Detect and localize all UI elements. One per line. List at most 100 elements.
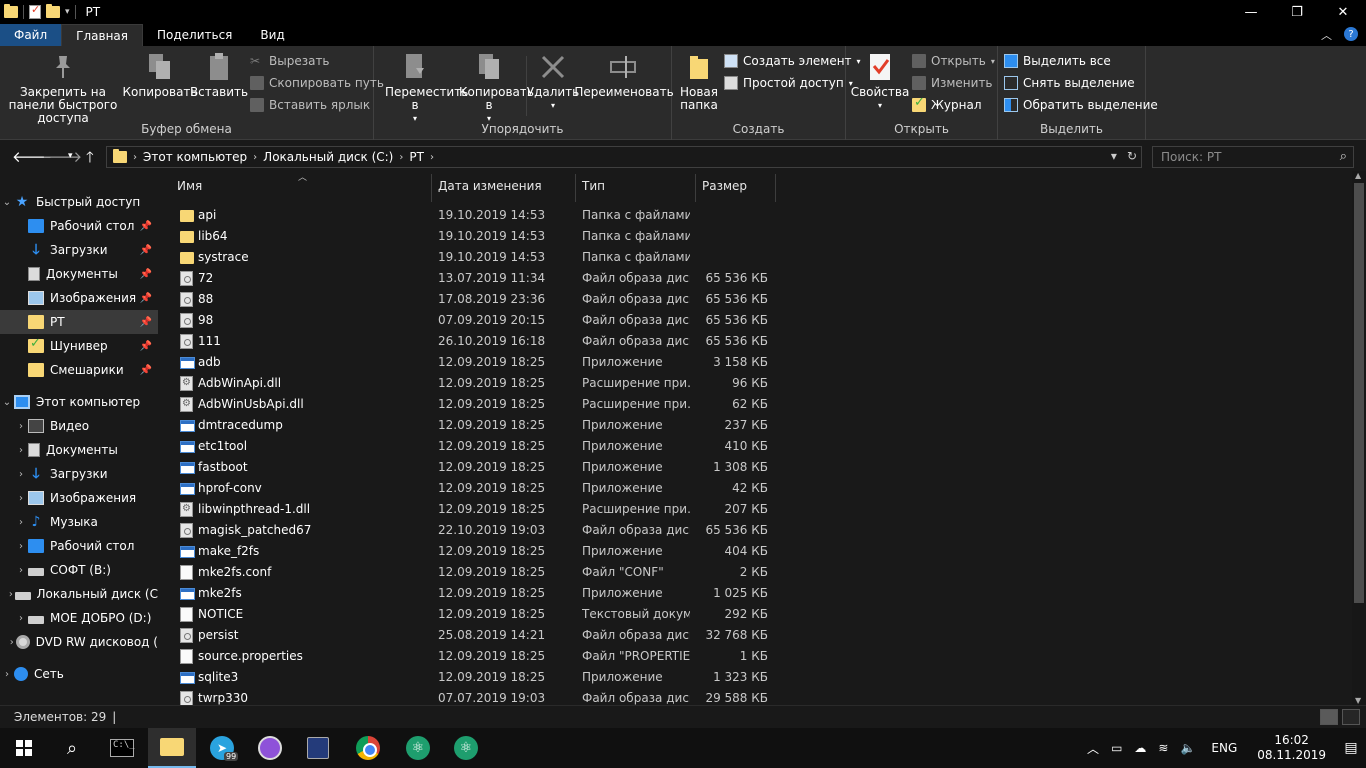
taskbar-cmd[interactable]: C:\_ — [98, 728, 146, 768]
nav-this-pc[interactable]: ⌄ Этот компьютер — [0, 390, 158, 414]
table-row[interactable]: make_f2fs 12.09.2019 18:25 Приложение 404 К… — [158, 541, 1352, 562]
table-row[interactable]: magisk_patched67 22.10.2019 19:03 Файл обр… — [158, 520, 1352, 541]
taskbar-telegram[interactable]: ➤ 99 — [198, 728, 246, 768]
cut-button[interactable]: ✂ Вырезать — [250, 54, 330, 68]
large-icons-view-button[interactable] — [1342, 709, 1360, 725]
nav-item-drive-d[interactable]: › МОЕ ДОБРО (D:) — [0, 606, 158, 630]
chevron-right-icon[interactable]: › — [0, 669, 14, 680]
forward-arrow-icon[interactable]: 🡒 — [42, 147, 82, 166]
pin-icon[interactable]: 📌 — [140, 317, 152, 328]
up-arrow-icon[interactable]: 🡑 — [86, 147, 94, 172]
nav-item-dvd[interactable]: › DVD RW дисковод ( — [0, 630, 158, 654]
notifications-icon[interactable]: ▤ — [1336, 728, 1366, 768]
pin-icon[interactable]: 📌 — [140, 269, 152, 280]
delete-button[interactable]: Удалить ▾ — [527, 50, 579, 112]
paste-shortcut-button[interactable]: Вставить ярлык — [250, 98, 370, 112]
address-bar[interactable]: › Этот компьютер › Локальный диск (C:) ›… — [106, 146, 1142, 168]
pin-icon[interactable]: 📌 — [140, 245, 152, 256]
table-row[interactable]: persist 25.08.2019 14:21 Файл образа диска… — [158, 625, 1352, 646]
refresh-icon[interactable]: ↻ — [1127, 149, 1137, 163]
column-type[interactable]: Тип — [582, 179, 605, 193]
column-date[interactable]: Дата изменения — [438, 179, 542, 193]
table-row[interactable]: hprof-conv 12.09.2019 18:25 Приложение 42 К… — [158, 478, 1352, 499]
tab-view[interactable]: Вид — [246, 24, 298, 46]
open-button[interactable]: Открыть ▾ — [912, 54, 995, 68]
breadcrumb-drive-c[interactable]: Локальный диск (C:) — [263, 150, 393, 164]
select-none-button[interactable]: Снять выделение — [1004, 76, 1135, 90]
taskbar-atom-2[interactable]: ⚛ — [442, 728, 490, 768]
table-row[interactable]: source.properties 12.09.2019 18:25 Файл "P… — [158, 646, 1352, 667]
nav-item-pc-pictures[interactable]: › Изображения — [0, 486, 158, 510]
start-button[interactable] — [0, 728, 48, 768]
wifi-icon[interactable]: ≋ — [1158, 741, 1168, 755]
table-row[interactable]: lib64 19.10.2019 14:53 Папка с файлами — [158, 226, 1352, 247]
taskbar-search-button[interactable]: ⌕ — [48, 728, 96, 768]
chevron-down-icon[interactable]: ⌄ — [0, 397, 14, 408]
chevron-down-icon[interactable]: ▾ — [1111, 149, 1117, 163]
taskbar-ghost-app[interactable] — [246, 728, 294, 768]
help-icon[interactable]: ? — [1344, 27, 1358, 41]
nav-item-pc-documents[interactable]: › Документы — [0, 438, 158, 462]
column-size[interactable]: Размер — [702, 179, 747, 193]
copy-to-button[interactable]: Копировать в ▾ — [454, 50, 534, 125]
new-folder-icon[interactable] — [46, 4, 60, 18]
cloud-icon[interactable]: ☁ — [1134, 741, 1146, 755]
nav-item-pictures[interactable]: Изображения 📌 — [0, 286, 158, 310]
chevron-right-icon[interactable]: › — [14, 445, 28, 456]
properties-button[interactable]: Свойства ▾ — [851, 50, 909, 112]
search-input[interactable]: Поиск: PT ⌕ — [1152, 146, 1354, 168]
column-name[interactable]: Имя — [177, 179, 202, 193]
nav-item-pt[interactable]: PT 📌 — [0, 310, 158, 334]
maximize-button[interactable]: ❐ — [1274, 0, 1320, 24]
volume-icon[interactable]: 🔈 — [1180, 741, 1195, 755]
copy-path-button[interactable]: Скопировать путь — [250, 76, 384, 90]
table-row[interactable]: mke2fs.conf 12.09.2019 18:25 Файл "CONF" 2 … — [158, 562, 1352, 583]
scrollbar-thumb[interactable] — [1354, 183, 1364, 603]
language-indicator[interactable]: ENG — [1211, 741, 1237, 755]
rename-button[interactable]: Переименовать — [574, 50, 674, 99]
chevron-right-icon[interactable]: › — [14, 469, 28, 480]
select-all-button[interactable]: Выделить все — [1004, 54, 1111, 68]
move-to-button[interactable]: Переместить в ▾ — [378, 50, 468, 125]
table-row[interactable]: api 19.10.2019 14:53 Папка с файлами — [158, 205, 1352, 226]
chevron-right-icon[interactable]: › — [14, 613, 28, 624]
pin-icon[interactable]: 📌 — [140, 365, 152, 376]
copy-button[interactable]: Копировать — [123, 50, 197, 99]
nav-item-shuniver[interactable]: Шунивер 📌 — [0, 334, 158, 358]
nav-item-video[interactable]: › Видео — [0, 414, 158, 438]
table-row[interactable]: 98 07.09.2019 20:15 Файл образа диска 65 53… — [158, 310, 1352, 331]
table-row[interactable]: fastboot 12.09.2019 18:25 Приложение 1 308 … — [158, 457, 1352, 478]
table-row[interactable]: 111 26.10.2019 16:18 Файл образа диска 65 5… — [158, 331, 1352, 352]
breadcrumb-pt[interactable]: PT — [409, 150, 424, 164]
nav-item-music[interactable]: › ♪ Музыка — [0, 510, 158, 534]
tab-home[interactable]: Главная — [61, 24, 143, 46]
nav-item-desktop[interactable]: Рабочий стол 📌 — [0, 214, 158, 238]
table-row[interactable]: systrace 19.10.2019 14:53 Папка с файлами — [158, 247, 1352, 268]
table-row[interactable]: 88 17.08.2019 23:36 Файл образа диска 65 53… — [158, 289, 1352, 310]
tab-share[interactable]: Поделиться — [143, 24, 246, 46]
battery-icon[interactable]: ▭ — [1111, 741, 1122, 755]
scroll-up-icon[interactable]: ▲ — [1355, 171, 1361, 180]
nav-item-pc-downloads[interactable]: › 🡓 Загрузки — [0, 462, 158, 486]
chevron-up-icon[interactable]: ︿ — [1321, 27, 1332, 43]
table-row[interactable]: sqlite3 12.09.2019 18:25 Приложение 1 323 К… — [158, 667, 1352, 688]
table-row[interactable]: libwinpthread-1.dll 12.09.2019 18:25 Расши… — [158, 499, 1352, 520]
taskbar-chrome[interactable] — [344, 728, 392, 768]
nav-quick-access[interactable]: ⌄ ★ Быстрый доступ — [0, 190, 158, 214]
scroll-down-icon[interactable]: ▼ — [1355, 696, 1361, 705]
table-row[interactable]: NOTICE 12.09.2019 18:25 Текстовый докум...… — [158, 604, 1352, 625]
chevron-right-icon[interactable]: › — [14, 493, 28, 504]
invert-selection-button[interactable]: Обратить выделение — [1004, 98, 1158, 112]
table-row[interactable]: AdbWinUsbApi.dll 12.09.2019 18:25 Расширен… — [158, 394, 1352, 415]
customize-qat-icon[interactable]: ▾ — [65, 7, 70, 17]
clock[interactable]: 16:02 08.11.2019 — [1257, 733, 1326, 763]
table-row[interactable]: twrp330 07.07.2019 19:03 Файл образа диска… — [158, 688, 1352, 705]
chevron-up-icon[interactable]: ︿ — [1087, 740, 1099, 757]
table-row[interactable]: mke2fs 12.09.2019 18:25 Приложение 1 025 КБ — [158, 583, 1352, 604]
details-view-button[interactable] — [1320, 709, 1338, 725]
nav-item-smeshariki[interactable]: Смешарики 📌 — [0, 358, 158, 382]
chevron-right-icon[interactable]: › — [14, 421, 28, 432]
nav-item-pc-desktop[interactable]: › Рабочий стол — [0, 534, 158, 558]
nav-network[interactable]: › Сеть — [0, 662, 158, 686]
table-row[interactable]: AdbWinApi.dll 12.09.2019 18:25 Расширение … — [158, 373, 1352, 394]
